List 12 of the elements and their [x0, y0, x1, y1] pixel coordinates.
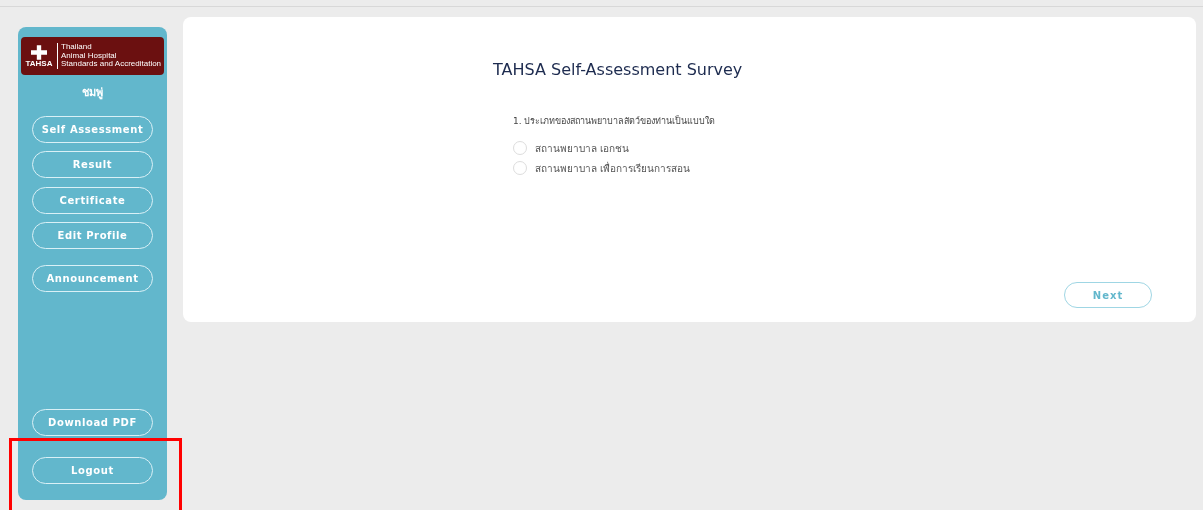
user-name: ชมพู่: [82, 85, 103, 102]
logo-text: Thailand Animal Hospital Standards and Accreditation: [57, 43, 162, 69]
cross-icon: [31, 44, 47, 60]
radio-button[interactable]: [513, 161, 527, 175]
sidebar-button[interactable]: Announcement: [32, 264, 153, 292]
question-text: 1. ประเภทของสถานพยาบาลสัตว์ของท่านเป็นแบบใด: [513, 115, 716, 128]
option-label: สถานพยาบาล เอกชน: [535, 141, 630, 156]
option-label: สถานพยาบาล เพื่อการเรียนการสอน: [535, 160, 691, 176]
next-button[interactable]: Next: [1064, 282, 1152, 308]
survey-title: TAHSA Self-Assessment Survey: [493, 60, 743, 80]
radio-button[interactable]: [513, 141, 527, 155]
logo-badge-text: TAHSA: [25, 59, 53, 68]
